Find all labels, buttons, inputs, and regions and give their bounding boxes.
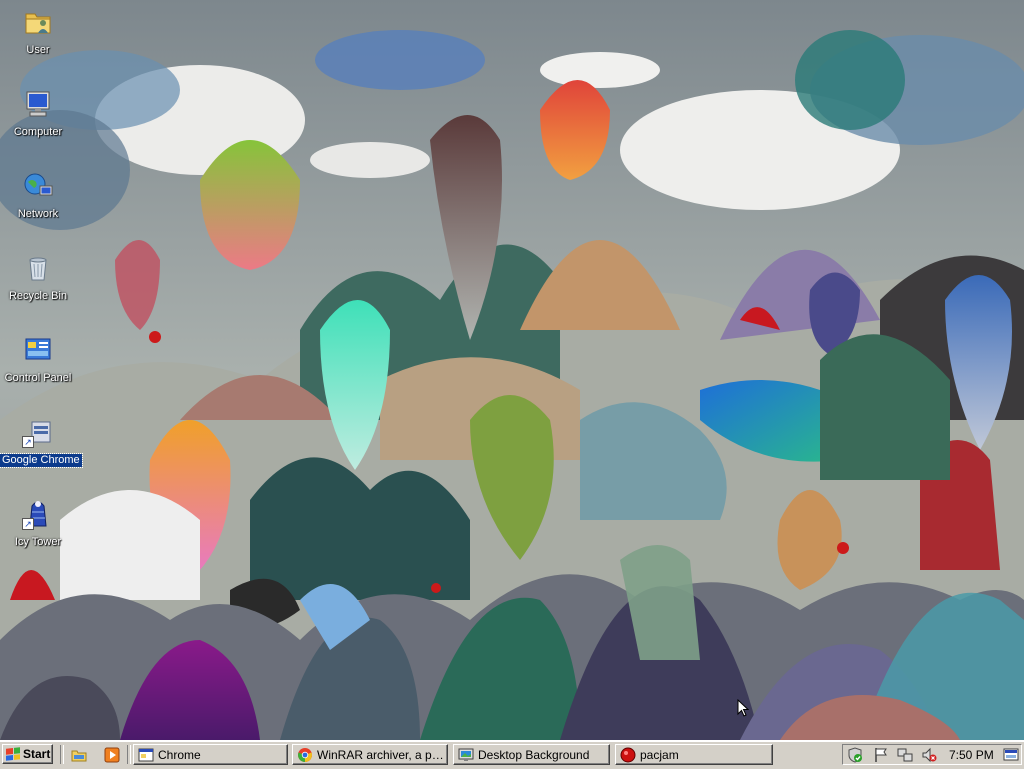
taskbar-clock[interactable]: 7:50 PM bbox=[949, 748, 994, 762]
system-tray: 7:50 PM bbox=[842, 744, 1022, 765]
network-icon bbox=[22, 170, 54, 202]
shortcut-arrow-icon: ↗ bbox=[22, 436, 34, 448]
desktop-icon-icy-tower[interactable]: ↗ Icy Tower bbox=[0, 498, 76, 550]
desktop-icon-google-chrome[interactable]: ↗ Google Chrome bbox=[0, 416, 83, 468]
chrome-shortcut-icon: ↗ bbox=[22, 416, 54, 448]
taskbar-button-winrar[interactable]: WinRAR archiver, a pow... bbox=[292, 744, 448, 765]
desktop-icon-control-panel[interactable]: Control Panel bbox=[0, 334, 76, 386]
user-folder-icon bbox=[22, 6, 54, 38]
desktop-icon-label: Control Panel bbox=[4, 372, 72, 384]
desktop-icon-label: Google Chrome bbox=[0, 453, 83, 468]
quick-launch-separator bbox=[127, 745, 131, 764]
taskbar-button-chrome[interactable]: Chrome bbox=[133, 744, 288, 765]
folder-window-icon bbox=[138, 747, 154, 763]
desktop-icon-label: Network bbox=[17, 208, 59, 220]
start-label: Start bbox=[23, 747, 51, 761]
taskbar-button-label: Chrome bbox=[158, 747, 201, 762]
shortcut-arrow-icon: ↗ bbox=[22, 518, 34, 530]
desktop-wallpaper bbox=[0, 0, 1024, 740]
flag-icon[interactable] bbox=[873, 747, 889, 763]
taskbar-button-label: Desktop Background bbox=[478, 747, 590, 762]
show-desktop-tray-icon[interactable] bbox=[1003, 747, 1019, 763]
volume-muted-icon[interactable] bbox=[921, 747, 937, 763]
desktop[interactable]: User Computer Network Recycle Bin Contro… bbox=[0, 0, 1024, 740]
pacjam-icon bbox=[620, 747, 636, 763]
quick-launch-separator bbox=[60, 745, 64, 764]
network-tray-icon[interactable] bbox=[897, 747, 913, 763]
mouse-cursor-icon bbox=[737, 699, 749, 717]
desktop-icon-label: Recycle Bin bbox=[8, 290, 68, 302]
icy-tower-shortcut-icon: ↗ bbox=[22, 498, 54, 530]
recycle-bin-icon bbox=[22, 252, 54, 284]
desktop-icon-label: User bbox=[26, 44, 50, 56]
chrome-icon bbox=[297, 747, 313, 763]
show-desktop-icon[interactable] bbox=[71, 747, 87, 763]
desktop-icon-network[interactable]: Network bbox=[0, 170, 76, 222]
taskbar-button-label: pacjam bbox=[640, 747, 679, 762]
display-properties-icon bbox=[458, 747, 474, 763]
taskbar-button-desktop-background[interactable]: Desktop Background bbox=[453, 744, 610, 765]
desktop-icon-recycle-bin[interactable]: Recycle Bin bbox=[0, 252, 76, 304]
windows-flag-icon bbox=[6, 747, 20, 761]
taskbar: Start Chrome WinRAR archiver, a pow... D… bbox=[0, 740, 1024, 769]
computer-icon bbox=[22, 88, 54, 120]
desktop-icon-label: Computer bbox=[13, 126, 63, 138]
control-panel-icon bbox=[22, 334, 54, 366]
desktop-icon-user[interactable]: User bbox=[0, 6, 76, 58]
desktop-icon-label: Icy Tower bbox=[14, 536, 62, 548]
desktop-icon-computer[interactable]: Computer bbox=[0, 88, 76, 140]
taskbar-button-label: WinRAR archiver, a pow... bbox=[317, 747, 447, 762]
taskbar-button-pacjam[interactable]: pacjam bbox=[615, 744, 773, 765]
media-player-icon[interactable] bbox=[104, 747, 120, 763]
security-shield-icon[interactable] bbox=[847, 747, 863, 763]
start-button[interactable]: Start bbox=[2, 744, 53, 764]
